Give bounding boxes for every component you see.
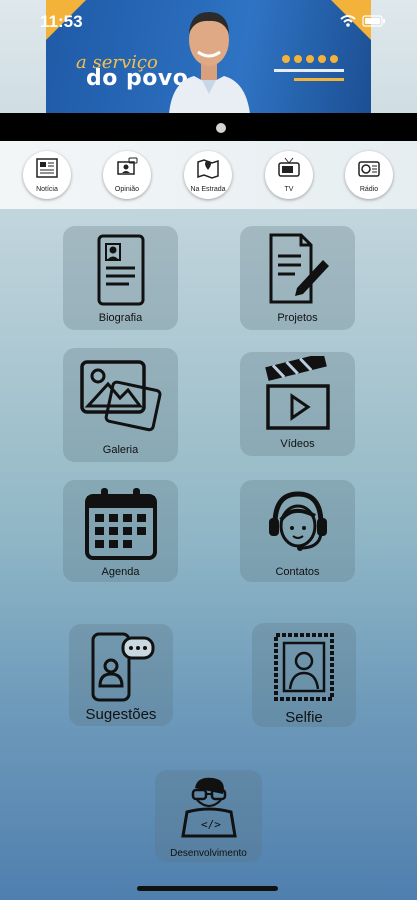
app-screen: a serviço do povo 11:53 Notícia Opinião … [0,0,417,900]
quick-nav-radio[interactable]: Rádio [345,151,393,199]
wifi-icon [340,15,356,27]
tile-biografia[interactable]: Biografia [63,226,178,330]
tile-label: Contatos [275,566,320,578]
tile-desenvolvimento[interactable]: </> Desenvolvimento [155,770,262,862]
header-banner[interactable]: a serviço do povo [46,0,371,113]
biography-icon [97,234,144,306]
tile-label: Selfie [285,709,323,726]
quick-nav-label: TV [284,186,294,193]
tile-selfie[interactable]: Selfie [252,623,356,727]
tile-videos[interactable]: Vídeos [240,352,355,456]
gallery-icon [79,360,161,432]
quick-nav-label: Na Estrada [190,186,226,193]
document-pen-icon [269,233,329,304]
newspaper-icon [36,158,58,178]
tile-label: Desenvolvimento [170,848,247,859]
map-icon [197,159,219,179]
tile-projetos[interactable]: Projetos [240,226,355,330]
phone-chat-icon [91,632,155,702]
calendar-icon [84,488,157,560]
tile-label: Galeria [102,444,139,456]
svg-text:</>: </> [201,818,221,831]
banner-social-info [274,55,360,95]
developer-icon: </> [180,777,237,838]
banner-pager-bar [0,113,417,141]
tile-agenda[interactable]: Agenda [63,480,178,582]
quick-nav-label: Notícia [36,186,58,193]
quick-nav-label: Opinião [114,186,140,193]
quick-nav-na-estrada[interactable]: Na Estrada [184,151,232,199]
politician-photo [169,12,250,113]
tv-icon [278,157,300,177]
headset-icon [268,491,327,551]
tile-galeria[interactable]: Galeria [63,348,178,462]
battery-icon [362,15,385,27]
tile-sugestoes[interactable]: Sugestões [69,624,173,726]
quick-nav-tv[interactable]: TV [265,151,313,199]
opinion-icon [117,157,138,175]
tile-label: Biografia [98,312,143,324]
status-time: 11:53 [40,12,83,31]
quick-nav-noticia[interactable]: Notícia [23,151,71,199]
quick-nav-opiniao[interactable]: Opinião [103,151,151,199]
status-icons [340,15,386,27]
tile-contatos[interactable]: Contatos [240,480,355,582]
clapperboard-icon [264,356,330,430]
tile-label: Agenda [101,566,140,578]
tile-label: Sugestões [85,706,157,723]
radio-icon [358,161,380,177]
portrait-frame-icon [274,633,334,701]
home-indicator[interactable] [137,886,278,891]
quick-nav-bar: Notícia Opinião Na Estrada TV Rádio [0,141,417,209]
tile-label: Projetos [277,312,318,324]
pager-indicator[interactable] [216,123,226,133]
quick-nav-label: Rádio [359,186,379,193]
tile-label: Vídeos [280,438,315,450]
